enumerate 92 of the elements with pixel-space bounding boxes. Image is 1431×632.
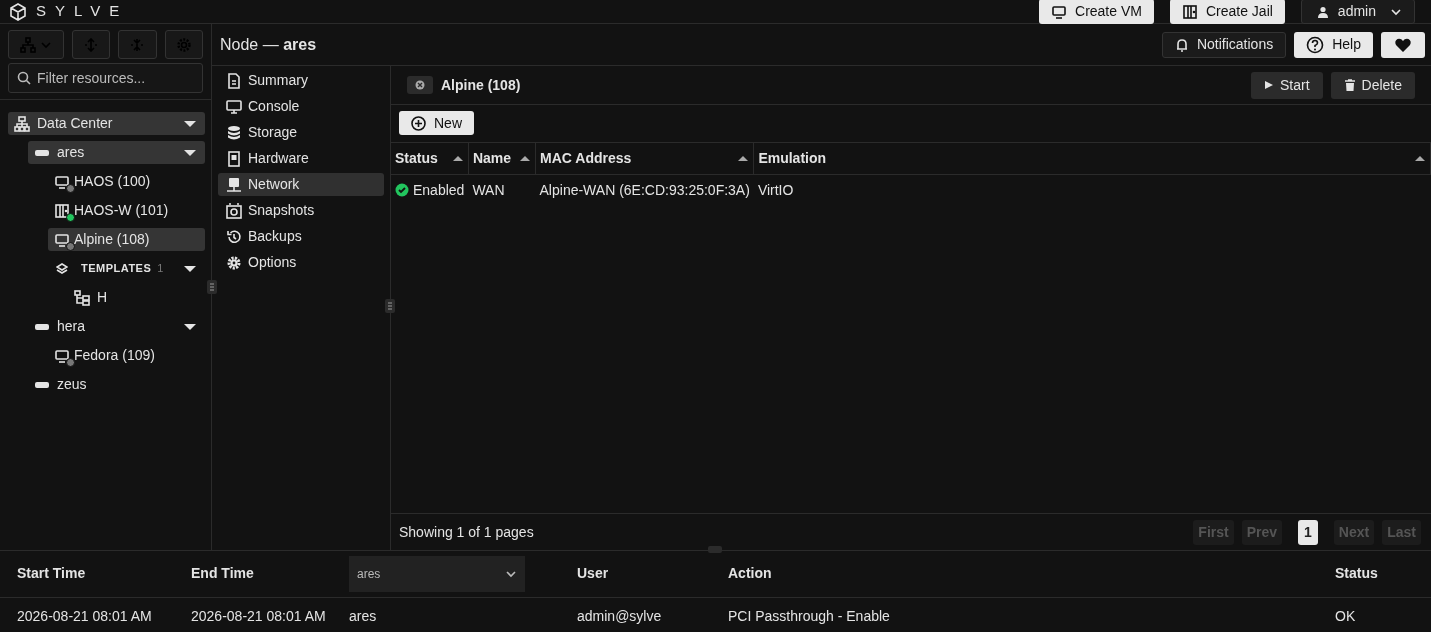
monitor-icon: [54, 231, 70, 248]
table-cell: OK: [1335, 608, 1356, 624]
network-computer-icon: [226, 176, 242, 193]
table-cell: admin@sylve: [577, 608, 662, 624]
column-header: Start Time: [17, 565, 86, 582]
tree-item[interactable]: ares: [28, 141, 205, 164]
host-select[interactable]: ares: [349, 555, 525, 592]
jail-bars-icon: [1181, 3, 1198, 20]
create-button[interactable]: Create VM: [1039, 0, 1154, 24]
menu-item[interactable]: Network: [218, 173, 384, 196]
menu-item[interactable]: Snapshots: [218, 199, 384, 222]
close-tab-button[interactable]: [407, 76, 433, 94]
logo-icon: [8, 1, 28, 22]
expand-all-button[interactable]: [72, 30, 111, 59]
menu-item[interactable]: Hardware: [218, 147, 384, 170]
table-cell: ares: [349, 608, 377, 624]
notifications-button[interactable]: Notifications: [1161, 31, 1287, 58]
layers-icon: [56, 262, 68, 275]
document-icon: [226, 72, 242, 89]
bell-icon: [1174, 37, 1189, 52]
table-cell: VirtIO: [757, 181, 794, 198]
database-icon: [226, 124, 242, 141]
user-icon: [1315, 4, 1330, 19]
filter-field[interactable]: Filter resources...: [8, 63, 203, 93]
table-cell: 2026-08-21 08:01 AM: [191, 608, 326, 624]
column-header: User: [577, 565, 609, 582]
column-header: Action: [728, 565, 772, 582]
menu-item[interactable]: Backups: [218, 225, 384, 248]
help-button[interactable]: Help: [1294, 31, 1373, 58]
collapse-all-button[interactable]: [118, 30, 157, 59]
new-button[interactable]: New: [399, 111, 474, 135]
favorite-button[interactable]: [1381, 31, 1425, 58]
table-cell: PCI Passthrough - Enable: [728, 608, 890, 624]
expand-vertical-icon: [84, 37, 99, 52]
tree-item[interactable]: TEMPLATES 1: [48, 257, 205, 280]
resize-handle[interactable]: [385, 299, 395, 313]
template-tree-icon: [74, 289, 90, 306]
monitor-icon: [226, 98, 242, 115]
table-cell: WAN: [472, 181, 505, 198]
start-button[interactable]: Start: [1250, 71, 1323, 99]
menu-item[interactable]: Summary: [218, 69, 384, 92]
column-header[interactable]: Status: [391, 142, 469, 174]
page-title: Node — ares: [220, 34, 317, 55]
close-icon: [415, 80, 425, 90]
tree-view-button[interactable]: [8, 30, 64, 59]
trash-icon: [1343, 79, 1356, 91]
tree-item[interactable]: zeus: [28, 373, 205, 396]
column-header: Status: [1335, 565, 1378, 582]
count-label: 1: [157, 262, 164, 275]
menu-item[interactable]: Console: [218, 95, 384, 118]
hardware-icon: [226, 150, 242, 167]
tree-item[interactable]: HAOS (100): [48, 170, 205, 193]
tree-item[interactable]: Fedora (109): [48, 344, 205, 367]
page-button[interactable]: 1: [1298, 519, 1318, 545]
tree-item[interactable]: Data Center: [8, 112, 205, 135]
delete-button[interactable]: Delete: [1330, 71, 1415, 99]
help-icon: [1306, 35, 1325, 54]
monitor-icon: [54, 347, 70, 364]
column-header[interactable]: Emulation: [753, 142, 1431, 174]
tab-title: Alpine (108): [441, 75, 521, 95]
table-cell-text: Enabled: [413, 180, 465, 200]
tree-item[interactable]: Alpine (108): [48, 228, 205, 251]
column-header[interactable]: Name: [468, 142, 536, 174]
create-button[interactable]: Create Jail: [1169, 0, 1285, 24]
settings-icon: [175, 36, 192, 53]
network-topology-icon: [14, 115, 30, 132]
column-header: End Time: [191, 565, 254, 582]
resize-handle[interactable]: [207, 280, 217, 294]
table-cell: 2026-08-21 08:01 AM: [17, 608, 152, 624]
monitor-icon: [1051, 3, 1067, 20]
collapse-vertical-icon: [130, 37, 145, 52]
history-icon: [226, 228, 242, 245]
add-icon: [411, 115, 426, 131]
column-header[interactable]: MAC Address: [535, 142, 754, 174]
settings-button[interactable]: [164, 30, 203, 59]
tree-item[interactable]: hera: [28, 315, 205, 338]
search-icon: [17, 71, 31, 85]
resize-handle[interactable]: [708, 546, 722, 553]
pagination-summary: Showing 1 of 1 pages: [399, 522, 534, 542]
table-cell: Alpine-WAN (6E:CD:93:25:0F:3A): [539, 181, 750, 198]
settings-icon: [226, 254, 242, 271]
camera-icon: [226, 202, 242, 219]
tree-item[interactable]: HAOS-W (101): [48, 199, 205, 222]
menu-item[interactable]: Storage: [218, 121, 384, 144]
monitor-icon: [54, 173, 70, 190]
tree-item[interactable]: H: [68, 286, 205, 309]
play-icon: [1263, 80, 1274, 90]
jail-bars-icon: [54, 202, 70, 219]
menu-item[interactable]: Options: [218, 251, 384, 274]
user-menu-button[interactable]: admin: [1300, 0, 1415, 24]
brand-name: SYLVE: [36, 1, 129, 22]
hierarchy-icon: [20, 36, 36, 53]
